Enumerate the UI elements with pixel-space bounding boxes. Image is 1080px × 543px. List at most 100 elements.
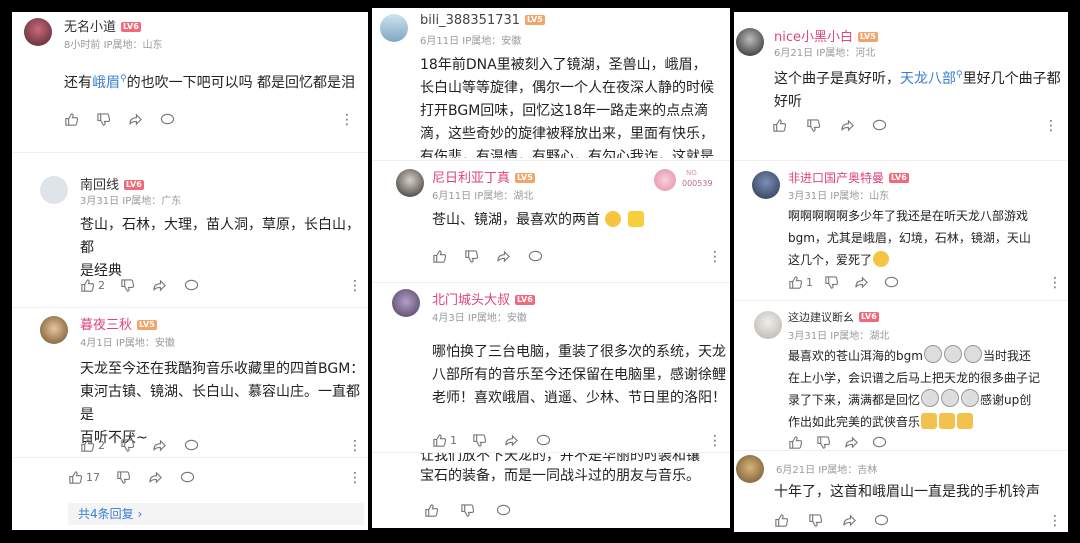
share-button[interactable] <box>854 275 869 290</box>
username[interactable]: 南回线 LV6 <box>80 174 144 193</box>
avatar[interactable] <box>24 18 52 46</box>
avatar[interactable] <box>392 289 420 317</box>
comment-button[interactable] <box>874 513 889 528</box>
avatar[interactable] <box>396 169 424 197</box>
like-button[interactable] <box>772 118 787 133</box>
dislike-button[interactable] <box>120 438 135 453</box>
like-button[interactable]: 17 <box>68 470 100 485</box>
search-link[interactable]: 峨眉 <box>92 75 120 91</box>
more-vertical-icon[interactable]: ⋮ <box>1048 275 1062 291</box>
comment-actions <box>424 503 714 519</box>
username-text[interactable]: 南回线 <box>80 178 119 193</box>
like-button[interactable] <box>64 112 79 127</box>
more-vertical-icon[interactable]: ⋮ <box>348 438 362 454</box>
text-line: 滴，这些奇妙的旋律被释放出来，里面有快乐， <box>420 126 714 142</box>
dislike-button[interactable] <box>96 112 111 127</box>
share-button[interactable] <box>496 249 511 264</box>
username[interactable]: 尼日利亚丁真 LV5 <box>432 167 535 186</box>
username-text[interactable]: 这边建议断幺 <box>788 311 854 324</box>
comment-button[interactable] <box>160 112 175 127</box>
username[interactable]: 暮夜三秋 LV5 <box>80 314 157 333</box>
dislike-button[interactable] <box>116 470 131 485</box>
comment-text: 让我们放不下天龙的，并不是华丽的时装和镶 宝石的装备，而是一同战斗过的朋友与音乐… <box>420 453 730 488</box>
more-vertical-icon[interactable]: ⋮ <box>1044 118 1058 134</box>
avatar[interactable] <box>40 316 68 344</box>
comment-item: bili_388351731 LV5 6月11日 IP属地：安徽 18年前DNA里… <box>372 8 730 160</box>
username-text[interactable]: nice小黑小白 <box>774 30 853 45</box>
view-replies-link[interactable]: 共4条回复 › <box>68 503 364 525</box>
more-vertical-icon[interactable]: ⋮ <box>348 278 362 294</box>
dislike-button[interactable] <box>460 503 475 518</box>
username[interactable]: 这边建议断幺 LV6 <box>788 309 879 325</box>
comment-button[interactable] <box>180 470 195 485</box>
username-text[interactable]: 尼日利亚丁真 <box>432 171 510 186</box>
share-icon <box>149 471 162 484</box>
share-button[interactable] <box>840 118 855 133</box>
share-button[interactable] <box>842 513 857 528</box>
comment-button[interactable] <box>184 278 199 293</box>
username[interactable]: nice小黑小白 LV5 <box>774 26 878 45</box>
comment-button[interactable] <box>496 503 511 518</box>
dislike-button[interactable] <box>120 278 135 293</box>
search-icon[interactable]: ⚲ <box>120 74 127 84</box>
ip-location: IP属地：吉林 <box>818 465 878 476</box>
thumbs-up-icon <box>789 436 803 449</box>
username[interactable]: 非进口国产奥特曼 LV6 <box>788 169 909 186</box>
share-button[interactable] <box>148 470 163 485</box>
comment-button[interactable] <box>184 438 199 453</box>
text-line: 录了下来，满满都是回忆 感谢up创 <box>788 389 1068 411</box>
username-text[interactable]: bili_388351731 <box>420 13 520 28</box>
dislike-button[interactable] <box>824 275 839 290</box>
avatar[interactable] <box>736 28 764 56</box>
like-button[interactable]: 1 <box>788 275 813 290</box>
comment-button[interactable] <box>872 118 887 133</box>
comment-button[interactable] <box>884 275 899 290</box>
comment-item: 这边建议断幺 LV6 3月31日 IP属地：湖北 最喜欢的苍山洱海的bgm 当时我还… <box>734 300 1068 451</box>
username-text[interactable]: 无名小道 <box>64 20 116 35</box>
share-button[interactable] <box>844 435 859 450</box>
comment-button[interactable] <box>872 435 887 450</box>
username[interactable]: 无名小道 LV6 <box>64 16 141 35</box>
text-segment: 感谢up创 <box>980 393 1032 407</box>
username[interactable]: bili_388351731 LV5 <box>420 13 545 28</box>
username[interactable]: 北门城头大叔 LV6 <box>432 289 535 308</box>
comment-button[interactable] <box>536 433 551 448</box>
username-text[interactable]: 北门城头大叔 <box>432 293 510 308</box>
dislike-button[interactable] <box>808 513 823 528</box>
like-button[interactable]: 2 <box>80 278 105 293</box>
avatar[interactable] <box>736 455 764 483</box>
like-button[interactable]: 2 <box>80 438 105 453</box>
comment-icon <box>874 514 889 526</box>
avatar[interactable] <box>754 311 782 339</box>
share-button[interactable] <box>504 433 519 448</box>
more-vertical-icon[interactable]: ⋮ <box>1048 513 1062 529</box>
more-vertical-icon[interactable]: ⋮ <box>340 112 354 128</box>
username-text[interactable]: 暮夜三秋 <box>80 318 132 333</box>
dislike-button[interactable] <box>816 435 831 450</box>
comment-button[interactable] <box>528 249 543 264</box>
more-vertical-icon[interactable]: ⋮ <box>708 433 722 449</box>
dislike-button[interactable] <box>464 249 479 264</box>
search-icon[interactable]: ⚲ <box>956 70 963 80</box>
share-button[interactable] <box>128 112 143 127</box>
avatar[interactable] <box>752 171 780 199</box>
username-text[interactable]: 非进口国产奥特曼 <box>788 171 884 185</box>
timestamp: 8小时前 <box>64 40 101 51</box>
like-button[interactable] <box>774 513 789 528</box>
like-button[interactable]: 1 <box>432 433 457 448</box>
more-vertical-icon[interactable]: ⋮ <box>708 249 722 265</box>
like-button[interactable] <box>432 249 447 264</box>
dislike-button[interactable] <box>806 118 821 133</box>
comment-panel-left: 无名小道 LV6 8小时前 IP属地：山东 还有峨眉⚲的也吹一下吧可以吗 都是回忆… <box>12 12 368 530</box>
avatar[interactable] <box>40 176 68 204</box>
thumbs-down-icon <box>461 504 475 517</box>
level-badge: LV6 <box>889 173 909 183</box>
more-vertical-icon[interactable]: ⋮ <box>348 470 362 486</box>
dislike-button[interactable] <box>472 433 487 448</box>
like-button[interactable] <box>424 503 439 518</box>
like-button[interactable] <box>788 435 803 450</box>
share-button[interactable] <box>152 278 167 293</box>
avatar[interactable] <box>380 14 408 42</box>
share-button[interactable] <box>152 438 167 453</box>
search-link[interactable]: 天龙八部 <box>900 71 956 87</box>
